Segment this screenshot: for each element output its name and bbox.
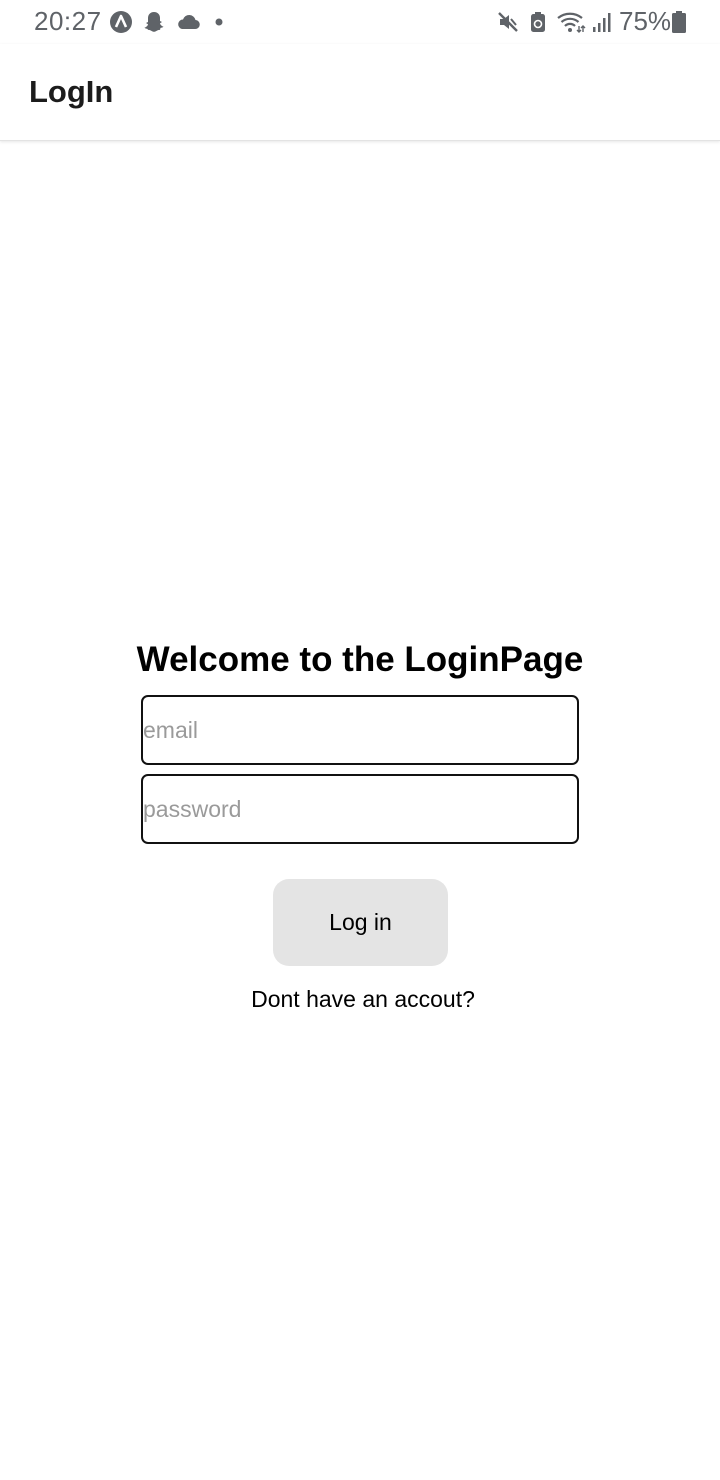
status-bar: 20:27 75% [0, 0, 720, 44]
app-bar: LogIn [0, 44, 720, 141]
welcome-heading: Welcome to the LoginPage [136, 640, 584, 679]
dot-icon [214, 17, 224, 27]
app-notification-icon [109, 10, 133, 34]
battery-saver-icon [526, 10, 550, 34]
snapchat-ghost-icon [142, 10, 166, 34]
email-field[interactable] [141, 695, 579, 765]
signup-link[interactable]: Dont have an accout? [0, 986, 720, 1013]
battery-percent: 75% [619, 6, 672, 36]
battery-icon [670, 10, 688, 34]
login-screen: 20:27 75% LogIn Welcome to the LoginPage… [0, 0, 720, 1480]
wifi-icon [556, 10, 586, 34]
login-button[interactable]: Log in [273, 879, 448, 966]
status-time: 20:27 [34, 6, 102, 36]
cloud-icon [175, 10, 201, 34]
password-field[interactable] [141, 774, 579, 844]
page-title: LogIn [29, 74, 114, 109]
mute-icon [496, 10, 520, 34]
signal-icon [590, 10, 614, 34]
